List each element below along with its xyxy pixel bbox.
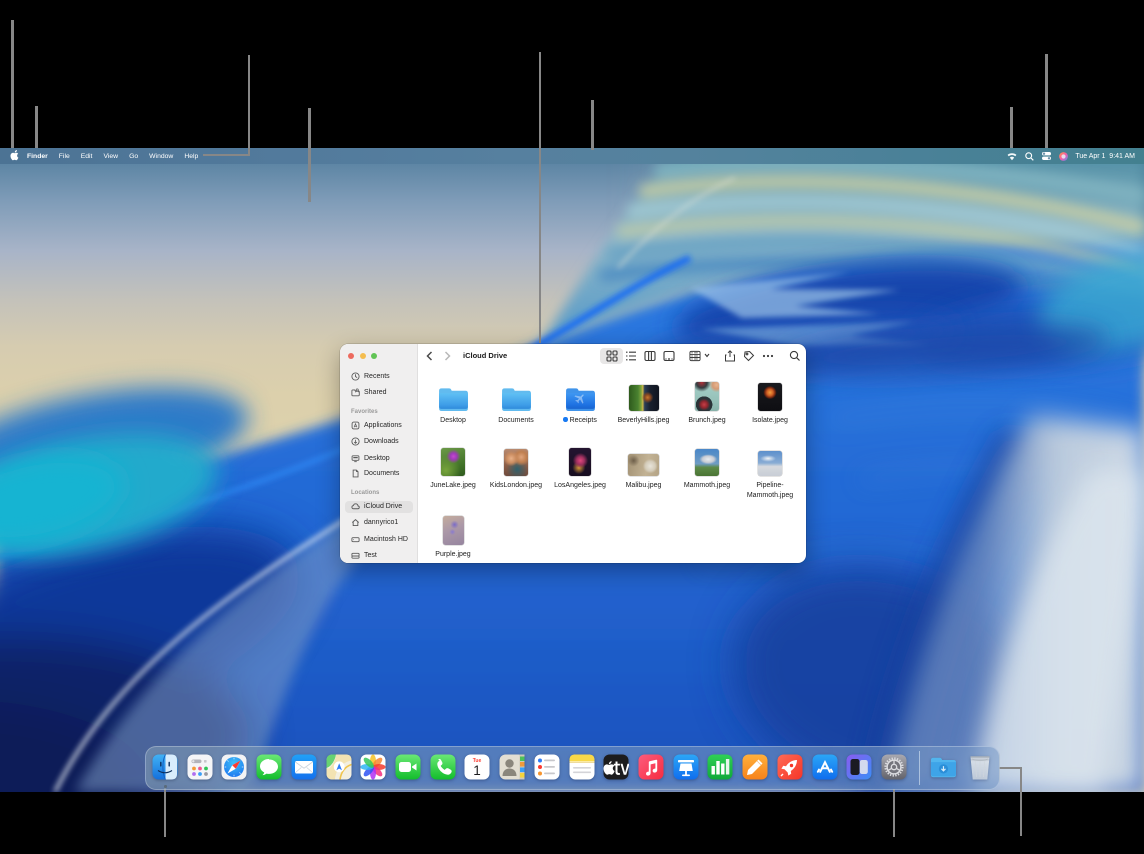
svg-text:1: 1	[474, 763, 482, 778]
